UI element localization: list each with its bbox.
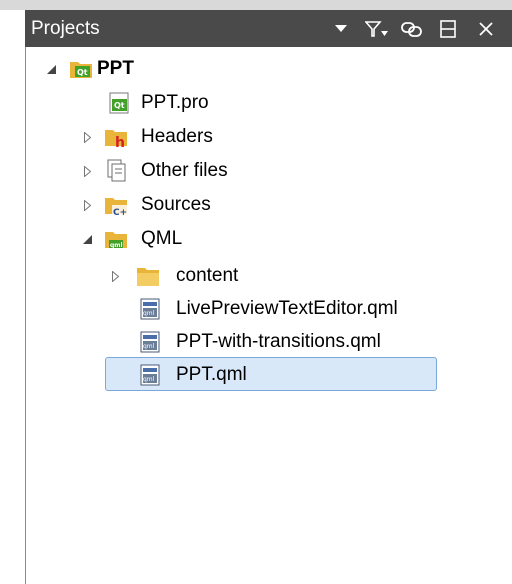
collapsed-arrow-icon[interactable] bbox=[80, 120, 94, 154]
folder-icon bbox=[136, 264, 160, 288]
tree-item-other-files[interactable]: Other files bbox=[0, 154, 512, 188]
svg-text:Qt: Qt bbox=[77, 68, 88, 77]
tree-item-label: LivePreviewTextEditor.qml bbox=[176, 298, 398, 319]
qml-file-icon: qml bbox=[138, 363, 162, 387]
tree-item-label: Sources bbox=[141, 194, 211, 215]
svg-text:qml: qml bbox=[143, 310, 155, 317]
collapsed-arrow-icon[interactable] bbox=[80, 188, 94, 222]
headers-folder-icon: h bbox=[104, 125, 128, 149]
dropdown-arrow-icon[interactable] bbox=[330, 10, 352, 47]
tree-item-label: content bbox=[176, 265, 239, 286]
projects-panel-header: Projects bbox=[25, 10, 512, 47]
tree-item-qml[interactable]: qml QML bbox=[0, 222, 512, 256]
collapsed-arrow-icon[interactable] bbox=[108, 259, 122, 293]
svg-text:qml: qml bbox=[143, 343, 155, 350]
qml-file-icon: qml bbox=[138, 330, 162, 354]
tree-item-label: PPT-with-transitions.qml bbox=[176, 331, 381, 352]
tree-item-content[interactable]: content bbox=[0, 259, 512, 293]
svg-text:qml: qml bbox=[143, 376, 155, 383]
tree-item-ppt-pro[interactable]: Qt PPT.pro bbox=[0, 86, 512, 120]
svg-text:Qt: Qt bbox=[114, 101, 125, 110]
tree-item-label: PPT.qml bbox=[176, 364, 247, 385]
tree-item-ppt[interactable]: Qt PPT bbox=[0, 52, 512, 86]
other-files-icon bbox=[104, 159, 128, 183]
tree-item-sources[interactable]: C+ Sources bbox=[0, 188, 512, 222]
collapsed-arrow-icon[interactable] bbox=[80, 154, 94, 188]
tree-item-livepreview-qml[interactable]: qml LivePreviewTextEditor.qml bbox=[0, 292, 512, 326]
tree-item-label: PPT.pro bbox=[141, 92, 209, 113]
expanded-arrow-icon[interactable] bbox=[80, 222, 94, 256]
qt-pro-file-icon: Qt bbox=[107, 91, 131, 115]
qt-project-folder-icon: Qt bbox=[69, 57, 93, 81]
link-icon[interactable] bbox=[397, 10, 427, 47]
tree-item-ppt-with-transitions-qml[interactable]: qml PPT-with-transitions.qml bbox=[0, 325, 512, 359]
split-icon[interactable] bbox=[433, 10, 463, 47]
svg-text:C+: C+ bbox=[113, 208, 127, 217]
tree-item-headers[interactable]: h Headers bbox=[0, 120, 512, 154]
qml-file-icon: qml bbox=[138, 297, 162, 321]
sources-folder-icon: C+ bbox=[104, 193, 128, 217]
close-icon[interactable] bbox=[471, 10, 501, 47]
filter-icon[interactable] bbox=[362, 10, 392, 47]
tree-item-label: PPT bbox=[97, 58, 134, 79]
tree-item-label: QML bbox=[141, 228, 183, 249]
window-top-strip bbox=[0, 0, 512, 10]
qml-folder-icon: qml bbox=[104, 227, 128, 251]
expanded-arrow-icon[interactable] bbox=[44, 52, 58, 86]
svg-text:h: h bbox=[115, 135, 125, 149]
tree-item-ppt-qml[interactable]: qml PPT.qml bbox=[0, 358, 512, 392]
tree-item-label: Headers bbox=[141, 126, 213, 147]
panel-title: Projects bbox=[31, 18, 100, 39]
tree-item-label: Other files bbox=[141, 160, 228, 181]
svg-text:qml: qml bbox=[110, 242, 123, 249]
